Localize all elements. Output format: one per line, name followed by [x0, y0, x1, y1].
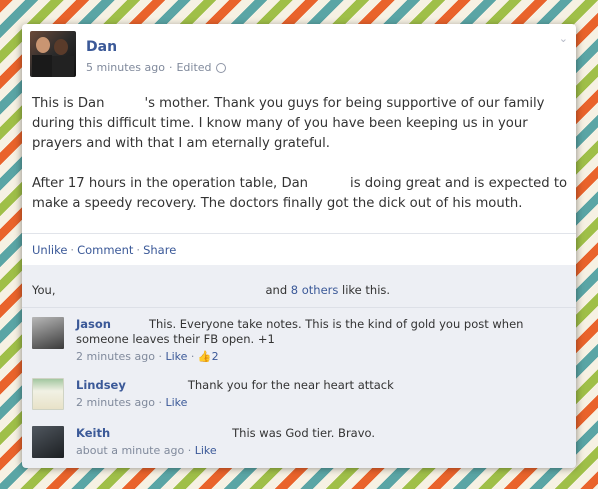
- comment-item: Lindsey Thank you for the near heart atta…: [32, 378, 394, 410]
- post-timestamp: 5 minutes ago · Edited: [86, 61, 226, 74]
- chevron-down-icon[interactable]: ⌄: [559, 32, 568, 45]
- comment-like-link[interactable]: Like: [165, 350, 187, 363]
- commenter-avatar[interactable]: [32, 378, 64, 410]
- commenter-avatar[interactable]: [32, 426, 64, 458]
- feedback-area: You, and 8 others like this. Jason This. E…: [22, 265, 576, 468]
- globe-icon[interactable]: [215, 62, 226, 73]
- post-actions: Unlike · Comment · Share: [32, 243, 177, 257]
- post-card: ⌄ Dan 5 minutes ago · Edited This is Dan…: [22, 24, 576, 468]
- commenter-avatar[interactable]: [32, 317, 64, 349]
- unlike-link[interactable]: Unlike: [32, 243, 67, 257]
- post-header: Dan 5 minutes ago · Edited: [30, 31, 226, 77]
- comment-like-link[interactable]: Like: [195, 444, 217, 457]
- likes-summary: You, and 8 others like this.: [32, 283, 391, 297]
- post-time[interactable]: 5 minutes ago: [86, 61, 165, 74]
- others-link[interactable]: 8 others: [291, 283, 339, 297]
- post-author[interactable]: Dan: [86, 39, 226, 55]
- thumbs-up-icon[interactable]: 👍: [198, 350, 212, 363]
- edited-label[interactable]: Edited: [176, 61, 211, 74]
- comment-item: Jason This. Everyone take notes. This is …: [32, 317, 523, 364]
- comment-item: Keith This was God tier. Bravo. about a m…: [32, 426, 375, 458]
- share-link[interactable]: Share: [143, 243, 176, 257]
- comment-like-link[interactable]: Like: [165, 396, 187, 409]
- author-avatar[interactable]: [30, 31, 76, 77]
- commenter-name[interactable]: Keith: [76, 426, 110, 440]
- commenter-name[interactable]: Jason: [76, 317, 111, 331]
- comment-link[interactable]: Comment: [77, 243, 133, 257]
- divider: [22, 233, 576, 234]
- commenter-name[interactable]: Lindsey: [76, 378, 126, 392]
- post-body: This is Dan's mother. Thank you guys for…: [32, 96, 568, 211]
